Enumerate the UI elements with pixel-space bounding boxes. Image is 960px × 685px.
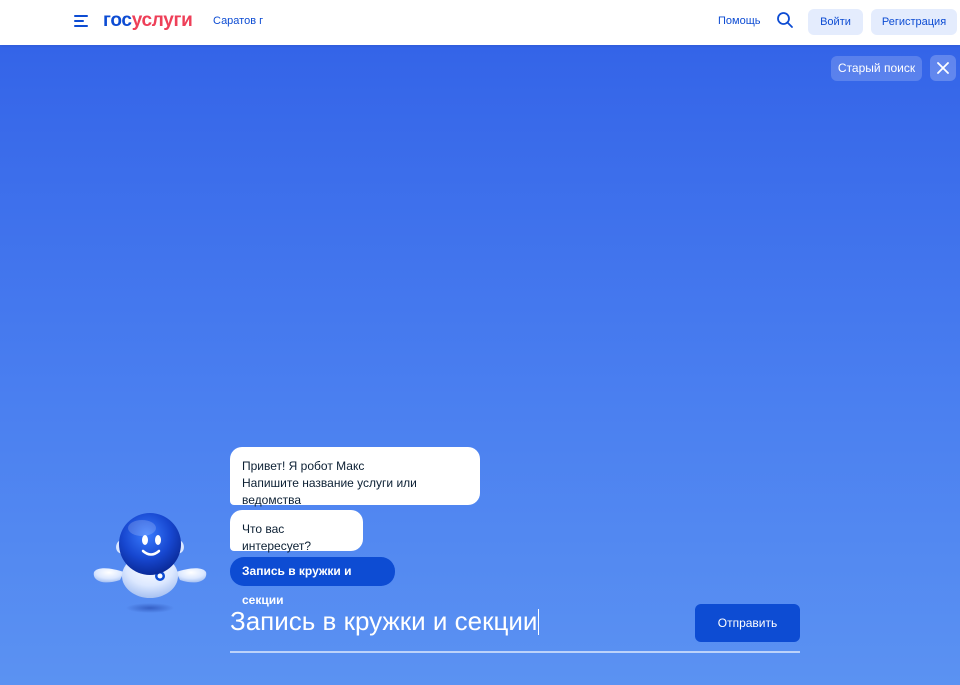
old-search-button[interactable]: Старый поиск [831, 56, 922, 81]
search-icon[interactable] [776, 11, 794, 29]
search-input-value: Запись в кружки и секции [230, 606, 538, 636]
robot-max-icon [90, 498, 210, 618]
suggestion-chip[interactable]: Запись в кружки и секции [230, 557, 395, 607]
search-assistant-panel: Старый поиск Привет! Я робот Макс Напиши… [0, 45, 960, 685]
region-selector[interactable]: Саратов г [213, 14, 263, 29]
register-button[interactable]: Регистрация [871, 9, 957, 35]
text-caret [538, 609, 540, 635]
logo-part-uslugi: услуги [131, 10, 193, 31]
help-link[interactable]: Помощь [718, 14, 761, 29]
search-input[interactable]: Запись в кружки и секции [230, 599, 680, 643]
greeting-line-1: Привет! Я робот Макс [242, 459, 365, 473]
greeting-line-2: Напишите название услуги или ведомства [242, 476, 417, 507]
logo-part-gos: гос [103, 10, 132, 31]
menu-icon[interactable] [74, 15, 90, 28]
gosuslugi-logo[interactable]: госуслуги [103, 9, 193, 33]
bot-greeting-bubble: Привет! Я робот Макс Напишите название у… [230, 447, 480, 507]
close-icon[interactable] [930, 55, 956, 81]
send-button[interactable]: Отправить [695, 604, 800, 642]
question-text: Что вас интересует? [242, 522, 312, 553]
top-header: госуслуги Саратов г Помощь Войти Регистр… [0, 0, 960, 45]
login-button[interactable]: Войти [808, 9, 863, 35]
input-underline [230, 651, 800, 653]
bot-question-bubble: Что вас интересует? [230, 510, 363, 553]
